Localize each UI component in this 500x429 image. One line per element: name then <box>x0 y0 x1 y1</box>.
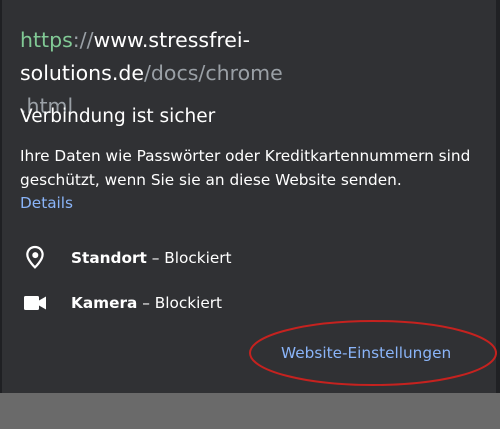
url-separator: :// <box>72 28 94 52</box>
connection-secure-heading: Verbindung ist sicher <box>20 106 216 127</box>
permission-camera-dash: – <box>137 294 155 312</box>
permission-location-status: Blockiert <box>164 249 232 267</box>
permission-row-camera[interactable]: Kamera – Blockiert <box>20 289 222 317</box>
url-scheme: https <box>20 28 73 52</box>
site-settings-link[interactable]: Website-Einstellungen <box>281 341 451 365</box>
background-strip <box>0 393 500 429</box>
panel-left-edge <box>0 0 2 393</box>
url-path: /docs/chrome <box>144 61 283 85</box>
location-pin-icon <box>20 244 50 272</box>
panel-right-edge <box>496 0 500 393</box>
site-info-panel: https://www.stressfrei-solutions.de/docs… <box>0 0 500 393</box>
connection-description: Ihre Daten wie Passwörter oder Kreditkar… <box>20 147 471 189</box>
permission-camera-text: Kamera – Blockiert <box>71 294 222 312</box>
permission-camera-status: Blockiert <box>154 294 223 312</box>
permission-location-dash: – <box>146 249 165 267</box>
permission-location-text: Standort – Blockiert <box>71 249 232 267</box>
permission-location-name: Standort <box>71 249 147 267</box>
permission-camera-name: Kamera <box>71 294 138 312</box>
permission-row-location[interactable]: Standort – Blockiert <box>20 244 232 272</box>
details-link[interactable]: Details <box>20 191 73 215</box>
camera-icon <box>20 289 50 317</box>
